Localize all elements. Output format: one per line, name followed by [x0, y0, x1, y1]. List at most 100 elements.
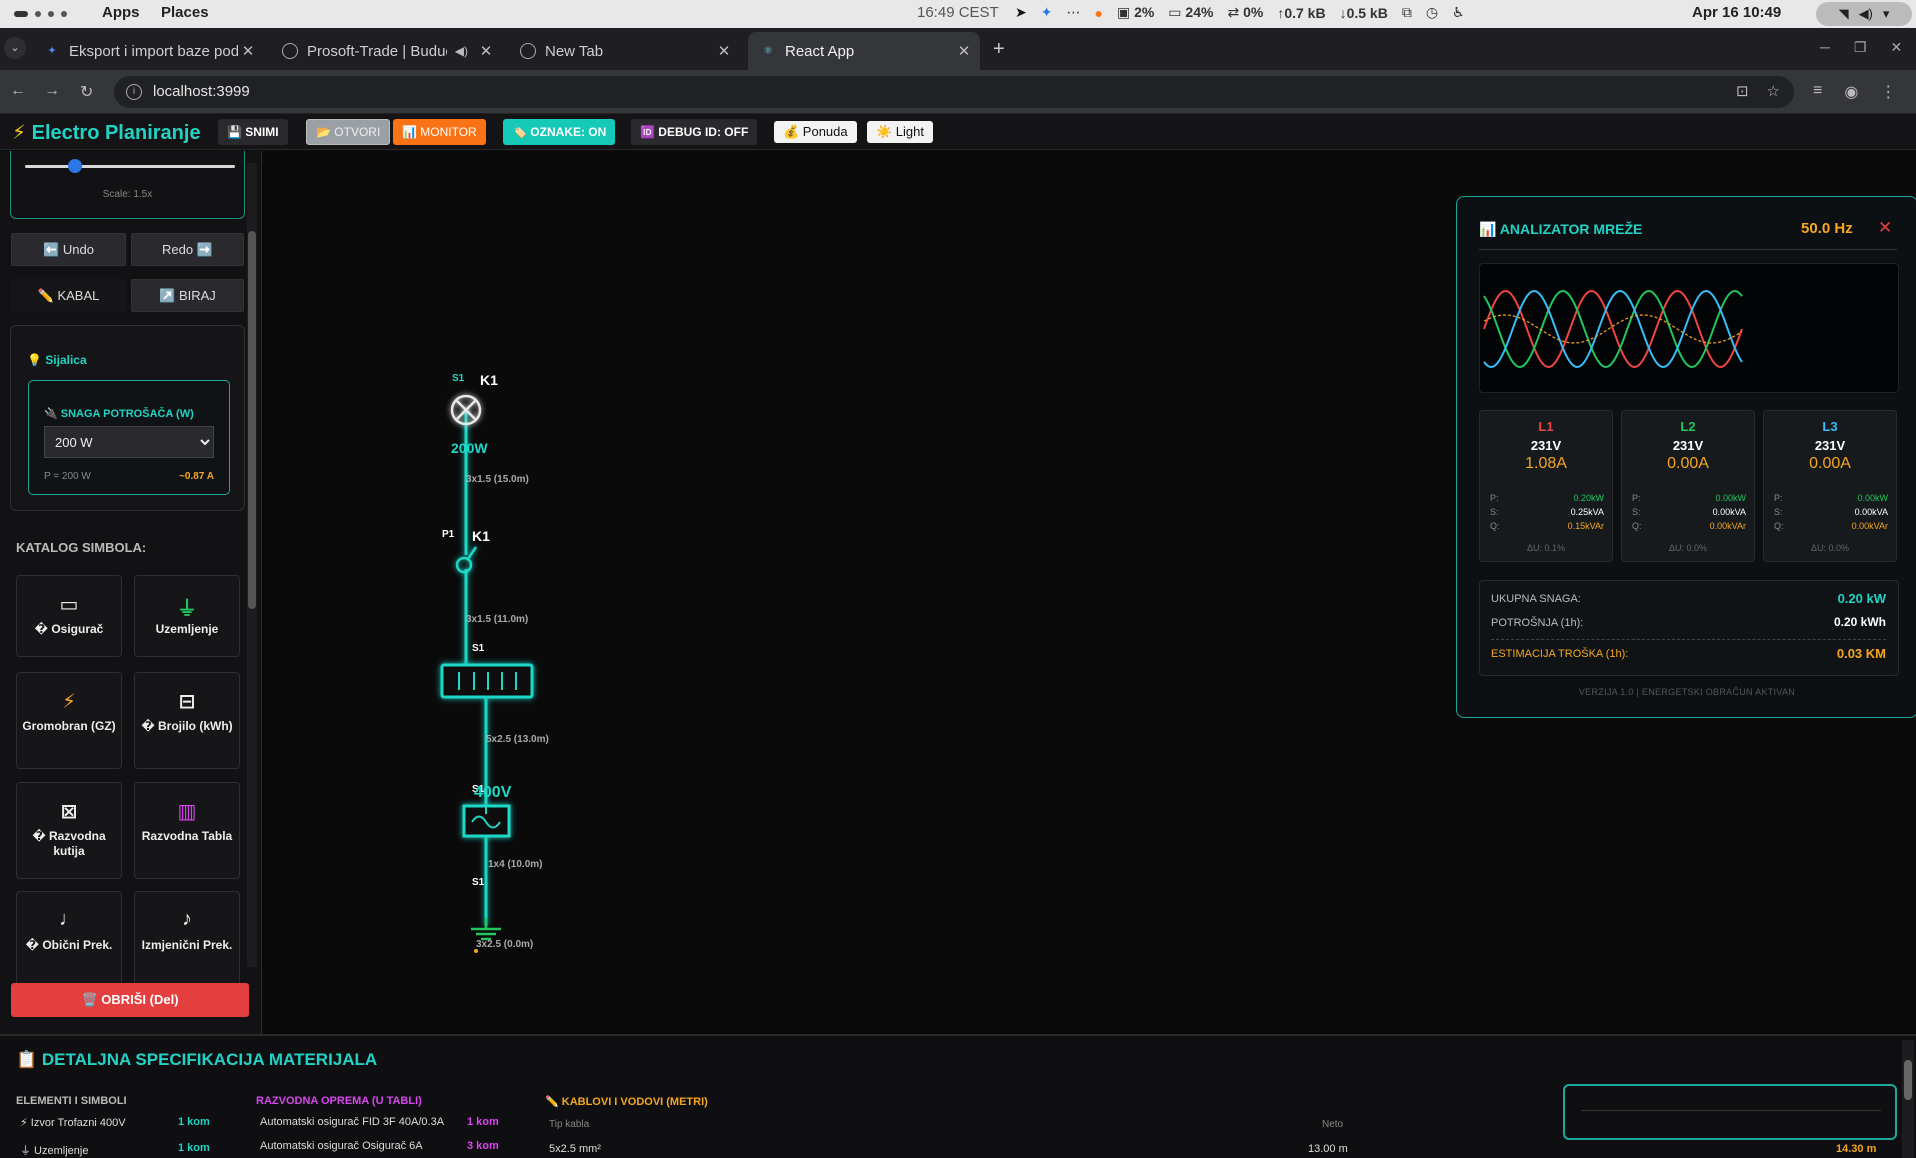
- panel-item-qty: 3 kom: [467, 1140, 499, 1152]
- consumption-row: POTROŠNJA (1h): 0.20 kWh: [1491, 615, 1886, 629]
- phase-voltage: 231V: [1672, 438, 1704, 453]
- address-bar[interactable]: i localhost:3999 ⊡ ☆: [114, 76, 1794, 108]
- profile-icon[interactable]: ◉: [1844, 82, 1858, 102]
- workspace-indicator[interactable]: [14, 11, 67, 17]
- close-icon[interactable]: ✕: [714, 42, 734, 60]
- accessibility-icon[interactable]: ♿: [1452, 4, 1465, 21]
- close-icon[interactable]: ✕: [954, 42, 974, 60]
- catalog-item-label: � Obični Prek.: [25, 938, 113, 952]
- divider: [1491, 639, 1886, 640]
- redo-button[interactable]: Redo ➡️: [131, 233, 244, 266]
- catalog-item-junction-box[interactable]: ⊠ � Razvodna kutija: [16, 782, 122, 879]
- memory-usage: 24%: [1185, 4, 1214, 20]
- swap-usage: 0%: [1243, 4, 1264, 20]
- tab-new-tab[interactable]: New Tab ✕: [508, 32, 740, 70]
- clock-datetime[interactable]: Apr 16 10:49: [1692, 4, 1781, 21]
- catalog-item-ground[interactable]: ⏚ Uzemljenje: [134, 575, 240, 657]
- phase-voltage: 231V: [1814, 438, 1846, 453]
- tab-title: Eksport i import baze podataka: [69, 42, 238, 60]
- speaker-icon[interactable]: ◀): [455, 44, 468, 58]
- phase-voltage: 231V: [1530, 438, 1562, 453]
- extension-icon[interactable]: ⧉: [1402, 4, 1412, 21]
- site-info-icon[interactable]: i: [126, 84, 142, 100]
- tab-eksport[interactable]: ✦ Eksport i import baze podataka ✕: [32, 32, 264, 70]
- quick-settings[interactable]: ◥ ◀) ▾: [1816, 2, 1912, 26]
- ground-symbol[interactable]: [471, 918, 501, 941]
- scrollbar-thumb[interactable]: [248, 231, 256, 609]
- places-menu[interactable]: Places: [161, 4, 209, 21]
- app-header: ⚡ Electro Planiranje 💾 SNIMI 📂 OTVORI 📊 …: [0, 114, 1916, 150]
- catalog-item-alternating-switch[interactable]: ♪ Izmjenični Prek.: [134, 891, 240, 991]
- catalog-item-switch[interactable]: ♩ � Obični Prek.: [16, 891, 122, 991]
- sidebar: Scale: 1.5x ⬅️ Undo Redo ➡️ ✏️ KABAL ↗️ …: [0, 151, 262, 1034]
- frequency-readout: 50.0 Hz: [1801, 220, 1853, 237]
- alert-icon[interactable]: ●: [1094, 5, 1102, 21]
- minimize-icon[interactable]: ─: [1820, 39, 1830, 56]
- open-button[interactable]: 📂 OTVORI: [306, 119, 391, 145]
- analyzer-title: 📊 ANALIZATOR MREŽE: [1479, 221, 1643, 237]
- more-icon[interactable]: ⋯: [1066, 4, 1080, 21]
- new-tab-button[interactable]: +: [993, 38, 1005, 61]
- tab-react-app[interactable]: ⚛ React App ✕: [748, 32, 980, 70]
- label-cable-1: 3x1.5 (15.0m): [466, 474, 529, 485]
- tab-title: React App: [785, 42, 855, 60]
- catalog-item-meter[interactable]: ⊟ � Brojilo (kWh): [134, 672, 240, 769]
- telegram-icon[interactable]: ➤: [1015, 4, 1027, 21]
- undo-button[interactable]: ⬅️ Undo: [11, 233, 126, 266]
- sparkle-icon[interactable]: ✦: [1041, 4, 1053, 21]
- memory-icon: ▭ 24%: [1168, 4, 1214, 20]
- label-power: 200W: [451, 440, 488, 456]
- apps-menu[interactable]: Apps: [102, 4, 140, 21]
- p-label: P:: [1632, 493, 1641, 503]
- globe-icon: [282, 43, 298, 59]
- cost-row: ESTIMACIJA TROŠKA (1h): 0.03 KM: [1491, 646, 1886, 661]
- bookmark-star-icon[interactable]: ☆: [1767, 76, 1780, 108]
- back-icon[interactable]: ←: [10, 82, 26, 100]
- catalog-item-fuse[interactable]: ▭ � Osigurač: [16, 575, 122, 657]
- close-icon[interactable]: ✕: [1878, 218, 1892, 238]
- label-source-voltage: 400V: [474, 784, 512, 801]
- close-window-icon[interactable]: ✕: [1890, 39, 1902, 56]
- power-select[interactable]: 200 W: [44, 426, 214, 458]
- offer-button[interactable]: 💰 Ponuda: [774, 121, 857, 143]
- sidebar-scrollbar[interactable]: [247, 163, 257, 967]
- select-tool-button[interactable]: ↗️ BIRAJ: [131, 279, 244, 312]
- cable-col-net: Neto: [1322, 1119, 1344, 1130]
- labels-toggle-button[interactable]: 🏷️ OZNAKE: ON: [503, 119, 616, 145]
- close-icon[interactable]: ✕: [476, 42, 496, 60]
- spec-scrollbar[interactable]: [1902, 1040, 1914, 1158]
- forward-icon[interactable]: →: [44, 82, 60, 100]
- phase-name: L1: [1538, 419, 1554, 434]
- delete-button[interactable]: 🗑️ OBRIŠI (Del): [11, 983, 249, 1017]
- kebab-menu-icon[interactable]: ⋮: [1880, 82, 1896, 102]
- url-text[interactable]: localhost:3999: [153, 83, 250, 100]
- summary-box: [1563, 1084, 1897, 1140]
- reload-icon[interactable]: ↻: [80, 82, 93, 102]
- scale-slider[interactable]: [25, 165, 235, 168]
- source-symbol[interactable]: [462, 804, 511, 838]
- panel-item-qty: 1 kom: [467, 1116, 499, 1128]
- catalog-item-label: � Osigurač: [34, 622, 104, 636]
- scale-slider-thumb[interactable]: [68, 159, 82, 173]
- theme-toggle-button[interactable]: ☀️ Light: [867, 121, 933, 143]
- timer-icon[interactable]: ◷: [1426, 4, 1438, 21]
- active-power: 0.00kW: [1715, 493, 1746, 503]
- panel-symbol[interactable]: [440, 663, 534, 699]
- monitor-button[interactable]: 📊 MONITOR: [393, 119, 486, 145]
- catalog-item-distribution-board[interactable]: ▥ Razvodna Tabla: [134, 782, 240, 879]
- tab-search-icon[interactable]: ⌄: [4, 37, 26, 59]
- catalog-item-lightning-rod[interactable]: ⚡ Gromobran (GZ): [16, 672, 122, 769]
- phase-name: L2: [1680, 419, 1696, 434]
- save-button[interactable]: 💾 SNIMI: [218, 119, 288, 145]
- close-icon[interactable]: ✕: [238, 42, 258, 60]
- install-icon[interactable]: ⊡: [1736, 76, 1749, 108]
- net-upload: 0.7 kB: [1284, 4, 1326, 21]
- debug-id-button[interactable]: 🆔 DEBUG ID: OFF: [631, 119, 758, 145]
- maximize-icon[interactable]: ❐: [1854, 39, 1867, 56]
- cable-tool-button[interactable]: ✏️ KABAL: [11, 279, 126, 312]
- distribution-board-icon: ▥: [177, 801, 197, 823]
- reactive-power: 0.00kVAr: [1851, 521, 1888, 531]
- tab-prosoft[interactable]: Prosoft-Trade | Budući ◀) ✕: [270, 32, 502, 70]
- power-readout: P = 200 W: [44, 471, 91, 482]
- media-icon[interactable]: ≡: [1813, 82, 1822, 102]
